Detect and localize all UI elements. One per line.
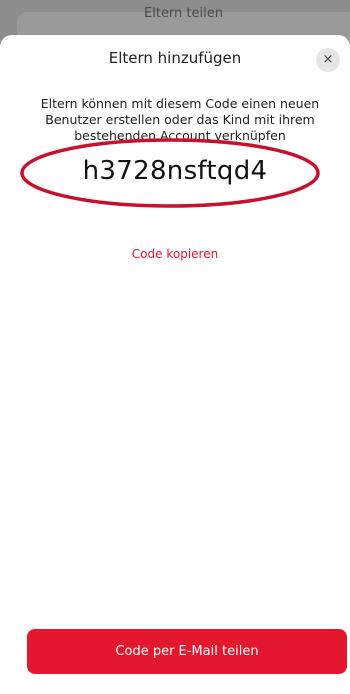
close-button[interactable]: × <box>316 48 340 72</box>
sheet-header: Eltern hinzufügen × <box>0 35 350 85</box>
share-code-email-button[interactable]: Code per E-Mail teilen <box>27 629 347 674</box>
background-sheet-title: Eltern teilen <box>144 6 223 21</box>
copy-code-link[interactable]: Code kopieren <box>0 247 350 261</box>
add-parents-sheet: Eltern hinzufügen × Eltern können mit di… <box>0 35 350 694</box>
close-icon: × <box>322 52 334 67</box>
sheet-title: Eltern hinzufügen <box>108 49 242 67</box>
invite-code: h3728nsftqd4 <box>82 156 268 186</box>
description-text: Eltern können mit diesem Code einen neue… <box>40 96 320 143</box>
